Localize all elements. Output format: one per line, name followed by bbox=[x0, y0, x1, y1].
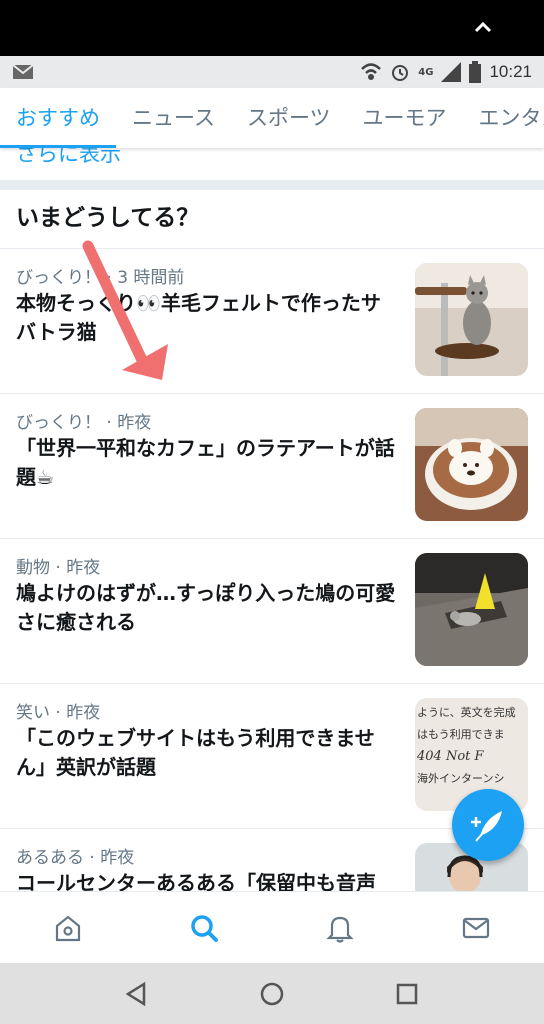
item-meta: 笑い · 昨夜 bbox=[16, 703, 101, 723]
tab-sports[interactable]: スポーツ bbox=[231, 88, 347, 148]
bell-icon bbox=[326, 916, 354, 943]
item-headline: 「世界一平和なカフェ」のラテアートが話題☕ bbox=[16, 436, 395, 489]
home-button-icon[interactable] bbox=[259, 981, 285, 1007]
category-tabs: おすすめ ニュース スポーツ ユーモア エンタメ bbox=[0, 88, 544, 148]
feather-plus-icon bbox=[471, 811, 502, 842]
latte-art-thumbnail bbox=[415, 408, 528, 521]
cat-thumbnail bbox=[415, 263, 528, 376]
nav-search[interactable] bbox=[170, 898, 238, 958]
tab-entertainment[interactable]: エンタメ bbox=[463, 88, 544, 148]
home-icon bbox=[55, 915, 81, 941]
recents-icon[interactable] bbox=[394, 981, 420, 1007]
thumb-text-line: 404 Not F bbox=[417, 749, 484, 764]
tab-news[interactable]: ニュース bbox=[116, 88, 231, 148]
tab-humor[interactable]: ユーモア bbox=[347, 88, 463, 148]
list-item[interactable]: びっくり！ · 昨夜 「世界一平和なカフェ」のラテアートが話題☕ bbox=[0, 393, 544, 538]
tab-recommended[interactable]: おすすめ bbox=[0, 88, 116, 148]
arrow-annotation bbox=[82, 240, 168, 380]
battery-icon bbox=[469, 61, 482, 83]
system-navigation bbox=[0, 963, 544, 1024]
top-bar bbox=[0, 0, 544, 56]
nav-notifications[interactable] bbox=[306, 898, 374, 958]
item-meta: びっくり！ · 昨夜 bbox=[16, 413, 152, 433]
item-headline: 「このウェブサイトはもう利用できません」英訳が話題 bbox=[16, 726, 375, 779]
network-type: 4G bbox=[418, 66, 434, 78]
item-meta: 動物 · 昨夜 bbox=[16, 558, 101, 578]
thumb-text-line: 海外インターンシ bbox=[417, 772, 505, 785]
thumb-text-line: ように、英文を完成 bbox=[417, 706, 516, 719]
nav-home[interactable] bbox=[34, 898, 102, 958]
section-title: いまどうしてる？ bbox=[16, 205, 200, 231]
clock: 10:21 bbox=[489, 62, 532, 81]
wifi-call-icon bbox=[361, 63, 382, 80]
compose-button[interactable] bbox=[452, 789, 524, 861]
list-item[interactable]: 動物 · 昨夜 鳩よけのはずが…すっぽり入った鳩の可愛さに癒される bbox=[0, 538, 544, 683]
mail-icon bbox=[462, 917, 490, 938]
mail-notification-icon bbox=[12, 64, 34, 79]
search-icon bbox=[191, 914, 218, 942]
status-bar: 4G 10:21 bbox=[0, 56, 544, 88]
chevron-up-icon[interactable] bbox=[470, 14, 496, 40]
alarm-icon bbox=[392, 65, 409, 81]
item-meta: あるある · 昨夜 bbox=[16, 848, 135, 868]
section-divider bbox=[0, 180, 544, 190]
thumb-text-line: はもう利用できま bbox=[417, 728, 505, 741]
signal-icon bbox=[441, 62, 462, 82]
bottom-navigation bbox=[0, 891, 544, 963]
pigeon-thumbnail bbox=[415, 553, 528, 666]
back-icon[interactable] bbox=[124, 981, 150, 1007]
nav-messages[interactable] bbox=[442, 898, 510, 958]
item-headline: 鳩よけのはずが…すっぽり入った鳩の可愛さに癒される bbox=[16, 581, 396, 634]
